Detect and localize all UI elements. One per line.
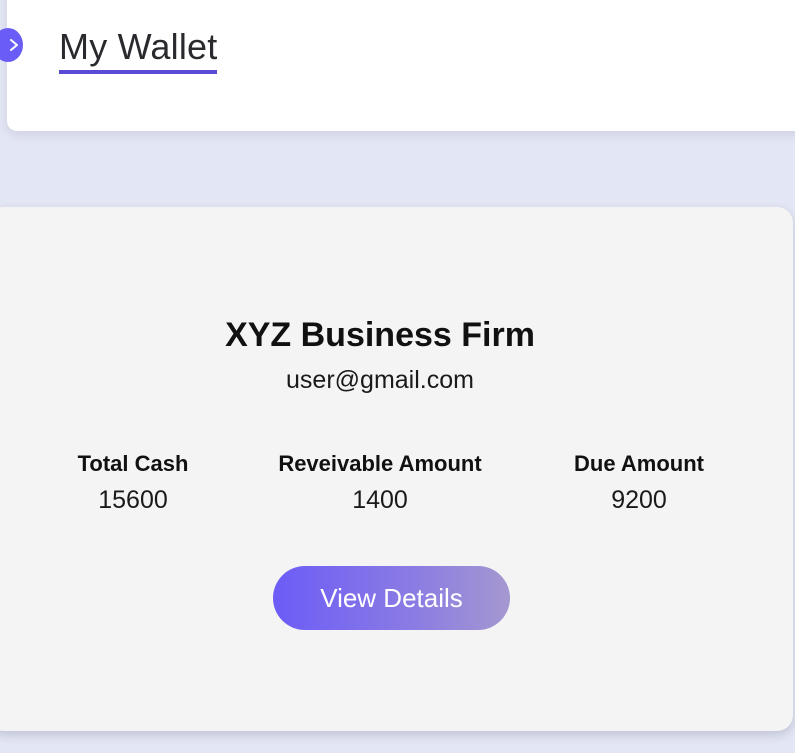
stat-value: 15600 (98, 486, 168, 514)
page-title: My Wallet (59, 26, 218, 74)
stat-total-cash: Total Cash 15600 (60, 450, 206, 514)
stat-label: Total Cash (77, 451, 189, 476)
stat-label: Due Amount (574, 451, 704, 476)
stat-due-amount: Due Amount 9200 (558, 450, 720, 514)
stat-value: 9200 (611, 486, 667, 514)
stat-value: 1400 (352, 486, 408, 514)
stat-receivable-amount: Reveivable Amount 1400 (250, 450, 510, 514)
firm-email: user@gmail.com (286, 366, 474, 394)
firm-name: XYZ Business Firm (225, 316, 535, 354)
stat-label: Reveivable Amount (278, 451, 482, 476)
chevron-right-icon (10, 39, 18, 51)
wallet-card: XYZ Business Firm user@gmail.com Total C… (0, 207, 793, 731)
view-details-button[interactable]: View Details (273, 566, 510, 630)
header-card: My Wallet (0, 0, 795, 131)
sidebar-toggle-button[interactable] (0, 28, 23, 62)
